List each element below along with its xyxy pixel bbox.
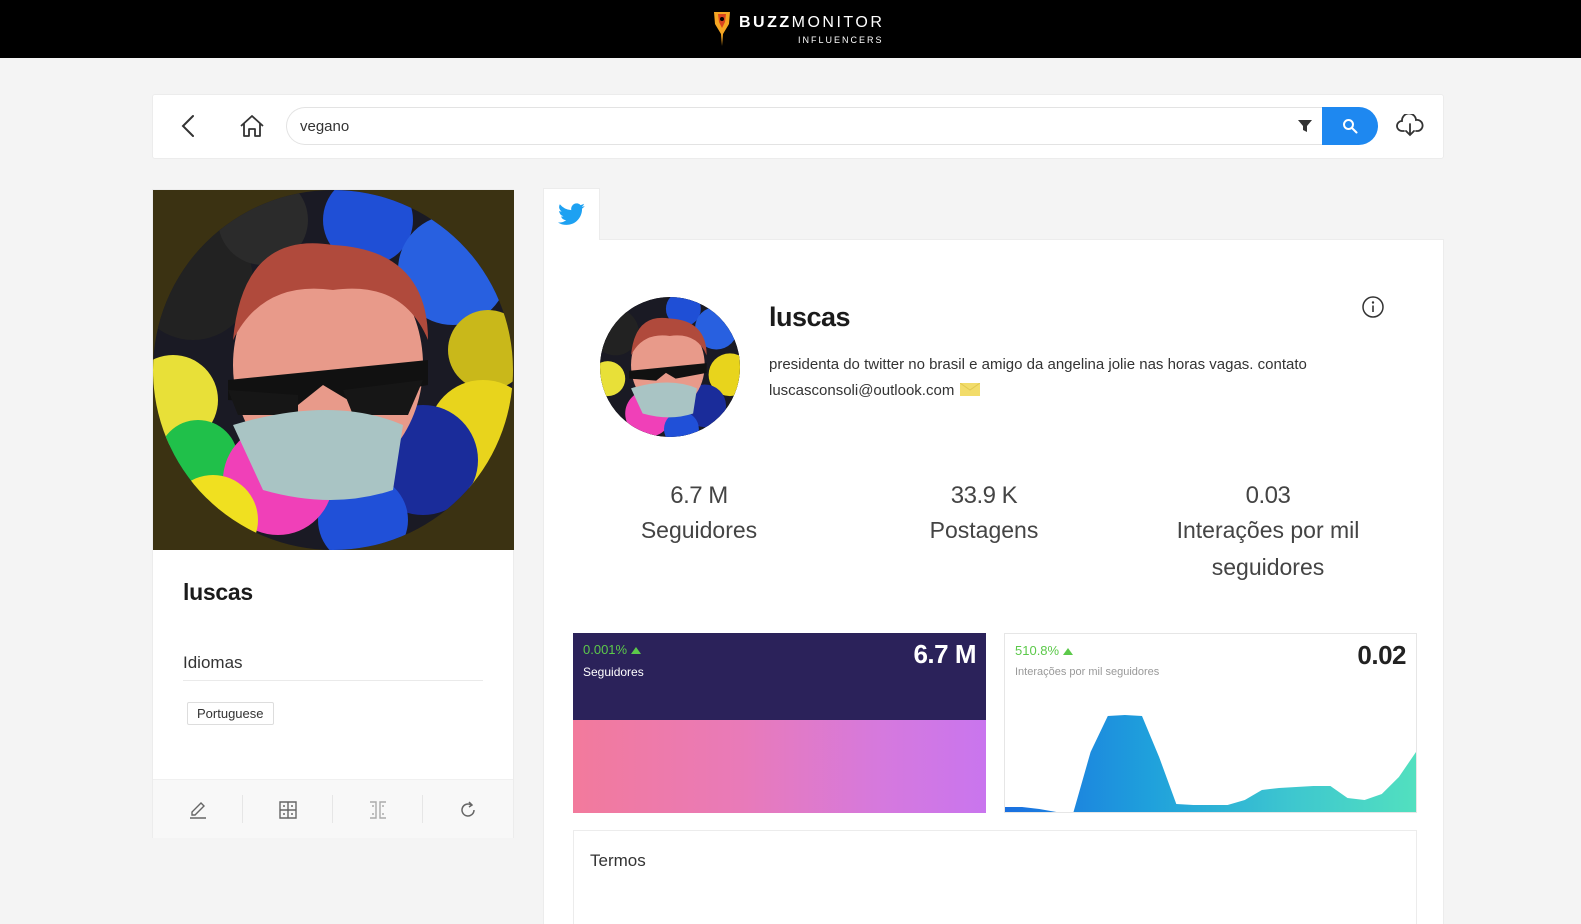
stat-value: 6.7 M [670,482,728,509]
followers-value: 6.7 M [913,639,976,669]
expand-icon [279,800,297,819]
refresh-button[interactable] [423,780,513,839]
stat-value: 0.03 [1245,482,1291,509]
stat-value: 33.9 K [950,482,1018,509]
twitter-icon [557,202,585,225]
home-icon [240,115,264,137]
pen-logo-icon [714,12,730,46]
search-button[interactable] [1322,107,1378,145]
chevron-left-icon [181,115,194,137]
stat-interactions: 0.03 Interações por mil seguidores [1133,482,1403,586]
arrow-up-icon [630,647,641,654]
download-button[interactable] [1393,109,1427,143]
envelope-icon [960,382,981,396]
collapse-icon [370,800,386,819]
profile-name: luscas [769,302,851,332]
back-button[interactable] [173,109,205,143]
followers-area [573,720,986,813]
brand-name: BUZZMONITOR [739,14,885,31]
expand-button[interactable] [243,780,333,839]
card-actions [153,779,513,838]
language-tag: Portuguese [187,702,274,725]
profile-avatar [600,297,740,437]
languages-title: Idiomas [183,653,243,672]
bio-email: luscasconsoli@outlook.com [769,382,955,399]
profile-bio: presidenta do twitter no brasil e amigo … [769,352,1409,404]
collapse-button[interactable] [333,780,423,839]
stat-label: Interações por mil seguidores [1176,517,1360,580]
buzzmonitor-logo[interactable]: BUZZMONITOR INFLUENCERS [712,10,882,50]
influencer-card: luscas Idiomas Portuguese [152,189,514,838]
funnel-icon [1298,120,1312,132]
search-input[interactable] [286,107,1324,145]
profile-photo-image [153,190,514,550]
pencil-icon [190,801,206,819]
influencer-name: luscas [183,579,253,605]
profile-panel: luscas presidenta do twitter no brasil e… [543,239,1444,924]
interactions-area-series [1005,715,1416,812]
bio-line-1: presidenta do twitter no brasil e amigo … [769,356,1307,373]
search-icon [1343,119,1358,134]
stat-followers: 6.7 M Seguidores [564,482,834,549]
tab-twitter[interactable] [543,188,600,240]
stat-label: Seguidores [640,517,758,543]
home-button[interactable] [235,109,269,143]
search-bar [152,94,1444,159]
interactions-sparkline-card[interactable]: 510.8% Interações por mil seguidores 0.0… [1004,633,1417,813]
cloud-download-icon [1396,114,1424,137]
avatar-image [600,297,740,437]
followers-sparkline-card[interactable]: 0.001% Seguidores 6.7 M [573,633,986,813]
info-button[interactable] [1361,295,1385,319]
brand-subtitle: INFLUENCERS [798,35,884,45]
top-bar: BUZZMONITOR INFLUENCERS [0,0,1581,58]
stat-posts: 33.9 K Postagens [849,482,1119,549]
interactions-area-chart [1005,715,1416,812]
terms-card: Termos [573,830,1417,924]
edit-button[interactable] [153,780,243,839]
followers-label: Seguidores [583,665,644,679]
refresh-icon [461,800,475,817]
divider [183,680,483,681]
profile-photo-large [153,190,514,550]
followers-change: 0.001% [583,642,641,657]
stat-label: Postagens [929,517,1039,543]
terms-title: Termos [590,851,646,870]
filter-button[interactable] [1294,115,1316,137]
info-icon [1362,296,1384,318]
